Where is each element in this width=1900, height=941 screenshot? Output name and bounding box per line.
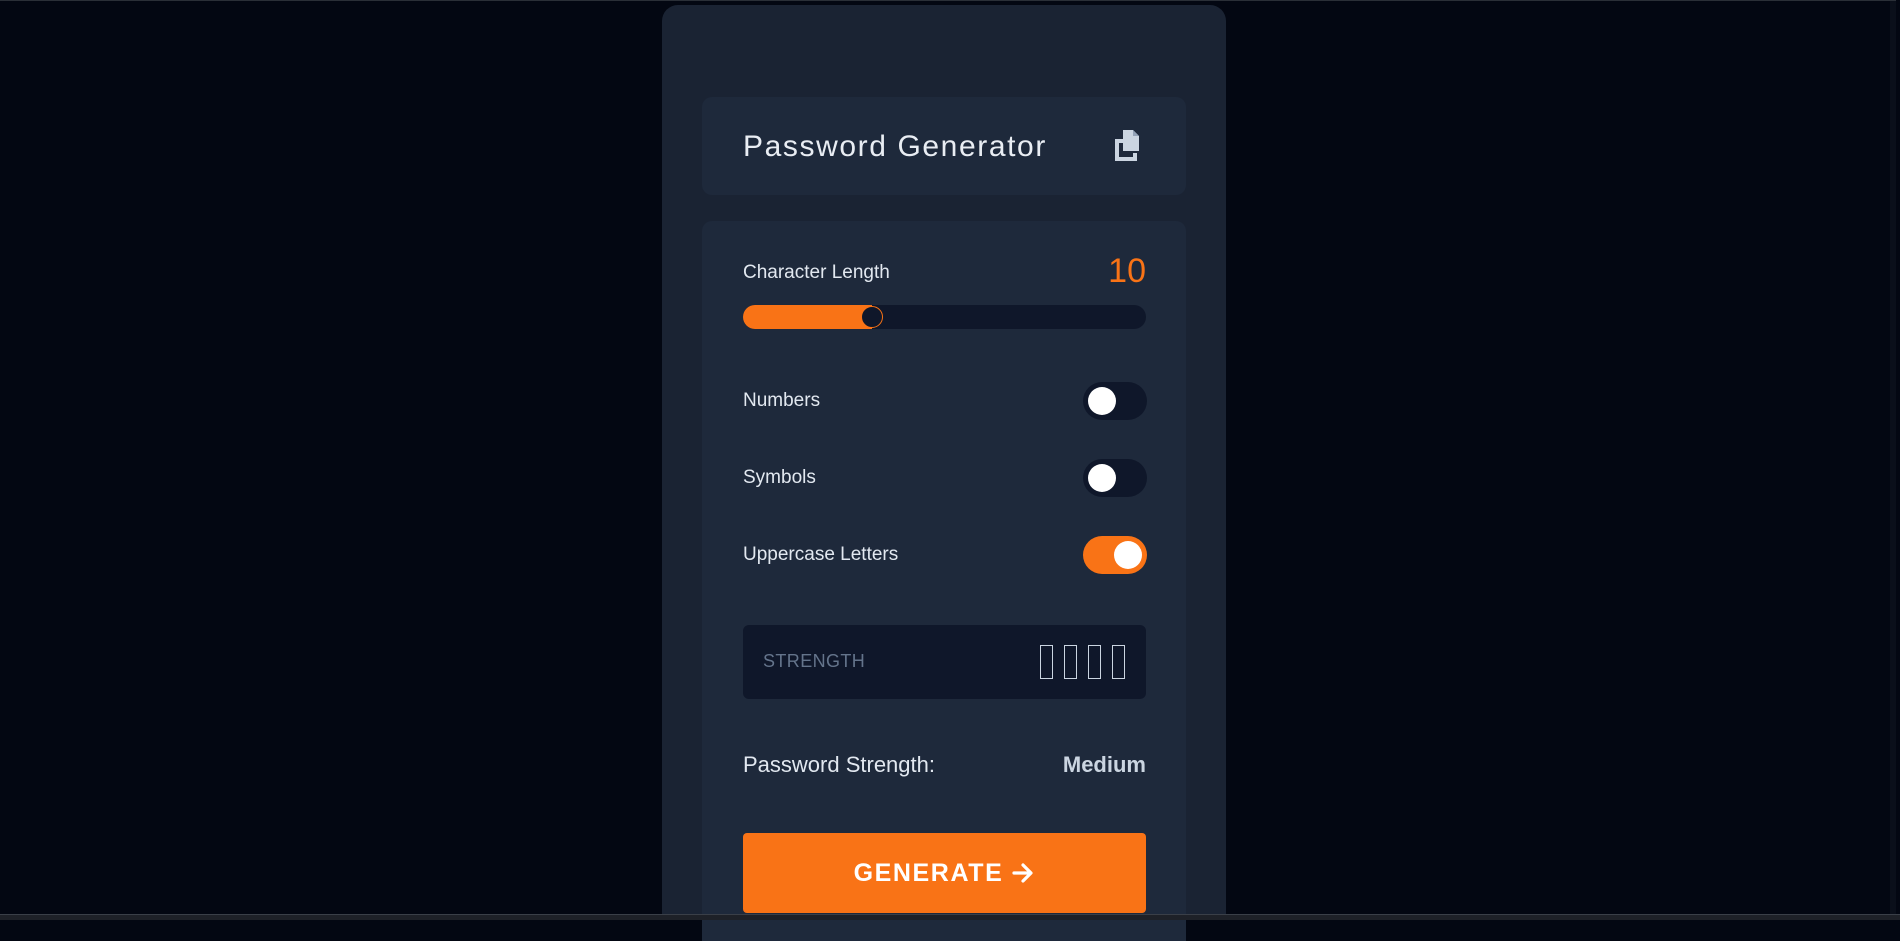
- password-strength-value: Medium: [1062, 752, 1146, 777]
- numbers-label: Numbers: [743, 390, 821, 411]
- symbols-label: Symbols: [743, 467, 816, 488]
- character-length-label: Character Length: [743, 262, 890, 283]
- numbers-toggle[interactable]: [1083, 382, 1147, 420]
- slider-thumb[interactable]: [861, 306, 883, 328]
- strength-bar: [1040, 645, 1053, 679]
- uppercase-letters-toggle[interactable]: [1083, 536, 1147, 574]
- horizontal-scrollbar[interactable]: [0, 914, 1900, 920]
- page-viewport: Password Generator Character Length 10 N…: [0, 0, 1896, 941]
- slider-fill: [743, 305, 872, 329]
- strength-bar: [1064, 645, 1077, 679]
- strength-bars: [1040, 645, 1130, 679]
- app-title: Password Generator: [743, 130, 1047, 163]
- generate-button[interactable]: GENERATE: [743, 833, 1146, 913]
- toggle-knob: [1088, 387, 1116, 415]
- copy-button[interactable]: [1111, 128, 1147, 164]
- strength-bar: [1088, 645, 1101, 679]
- vertical-scrollbar[interactable]: [1890, 1, 1896, 915]
- generator-panel: Password Generator Character Length 10 N…: [662, 5, 1226, 941]
- arrow-right-icon: [1012, 863, 1034, 883]
- header-card: Password Generator: [702, 97, 1186, 195]
- strength-bar: [1112, 645, 1125, 679]
- strength-label: STRENGTH: [763, 651, 866, 671]
- character-length-value: 10: [1108, 252, 1146, 290]
- symbols-toggle[interactable]: [1083, 459, 1147, 497]
- uppercase-letters-label: Uppercase Letters: [743, 544, 899, 565]
- password-strength-label: Password Strength:: [743, 752, 935, 777]
- toggle-knob: [1114, 541, 1142, 569]
- toggle-knob: [1088, 464, 1116, 492]
- settings-card: Character Length 10 Numbers Symbols Uppe…: [702, 221, 1186, 941]
- generate-label: GENERATE: [853, 858, 1004, 887]
- character-length-slider[interactable]: [743, 305, 1146, 329]
- copy-icon: [1115, 130, 1139, 161]
- strength-meter: STRENGTH: [743, 625, 1146, 699]
